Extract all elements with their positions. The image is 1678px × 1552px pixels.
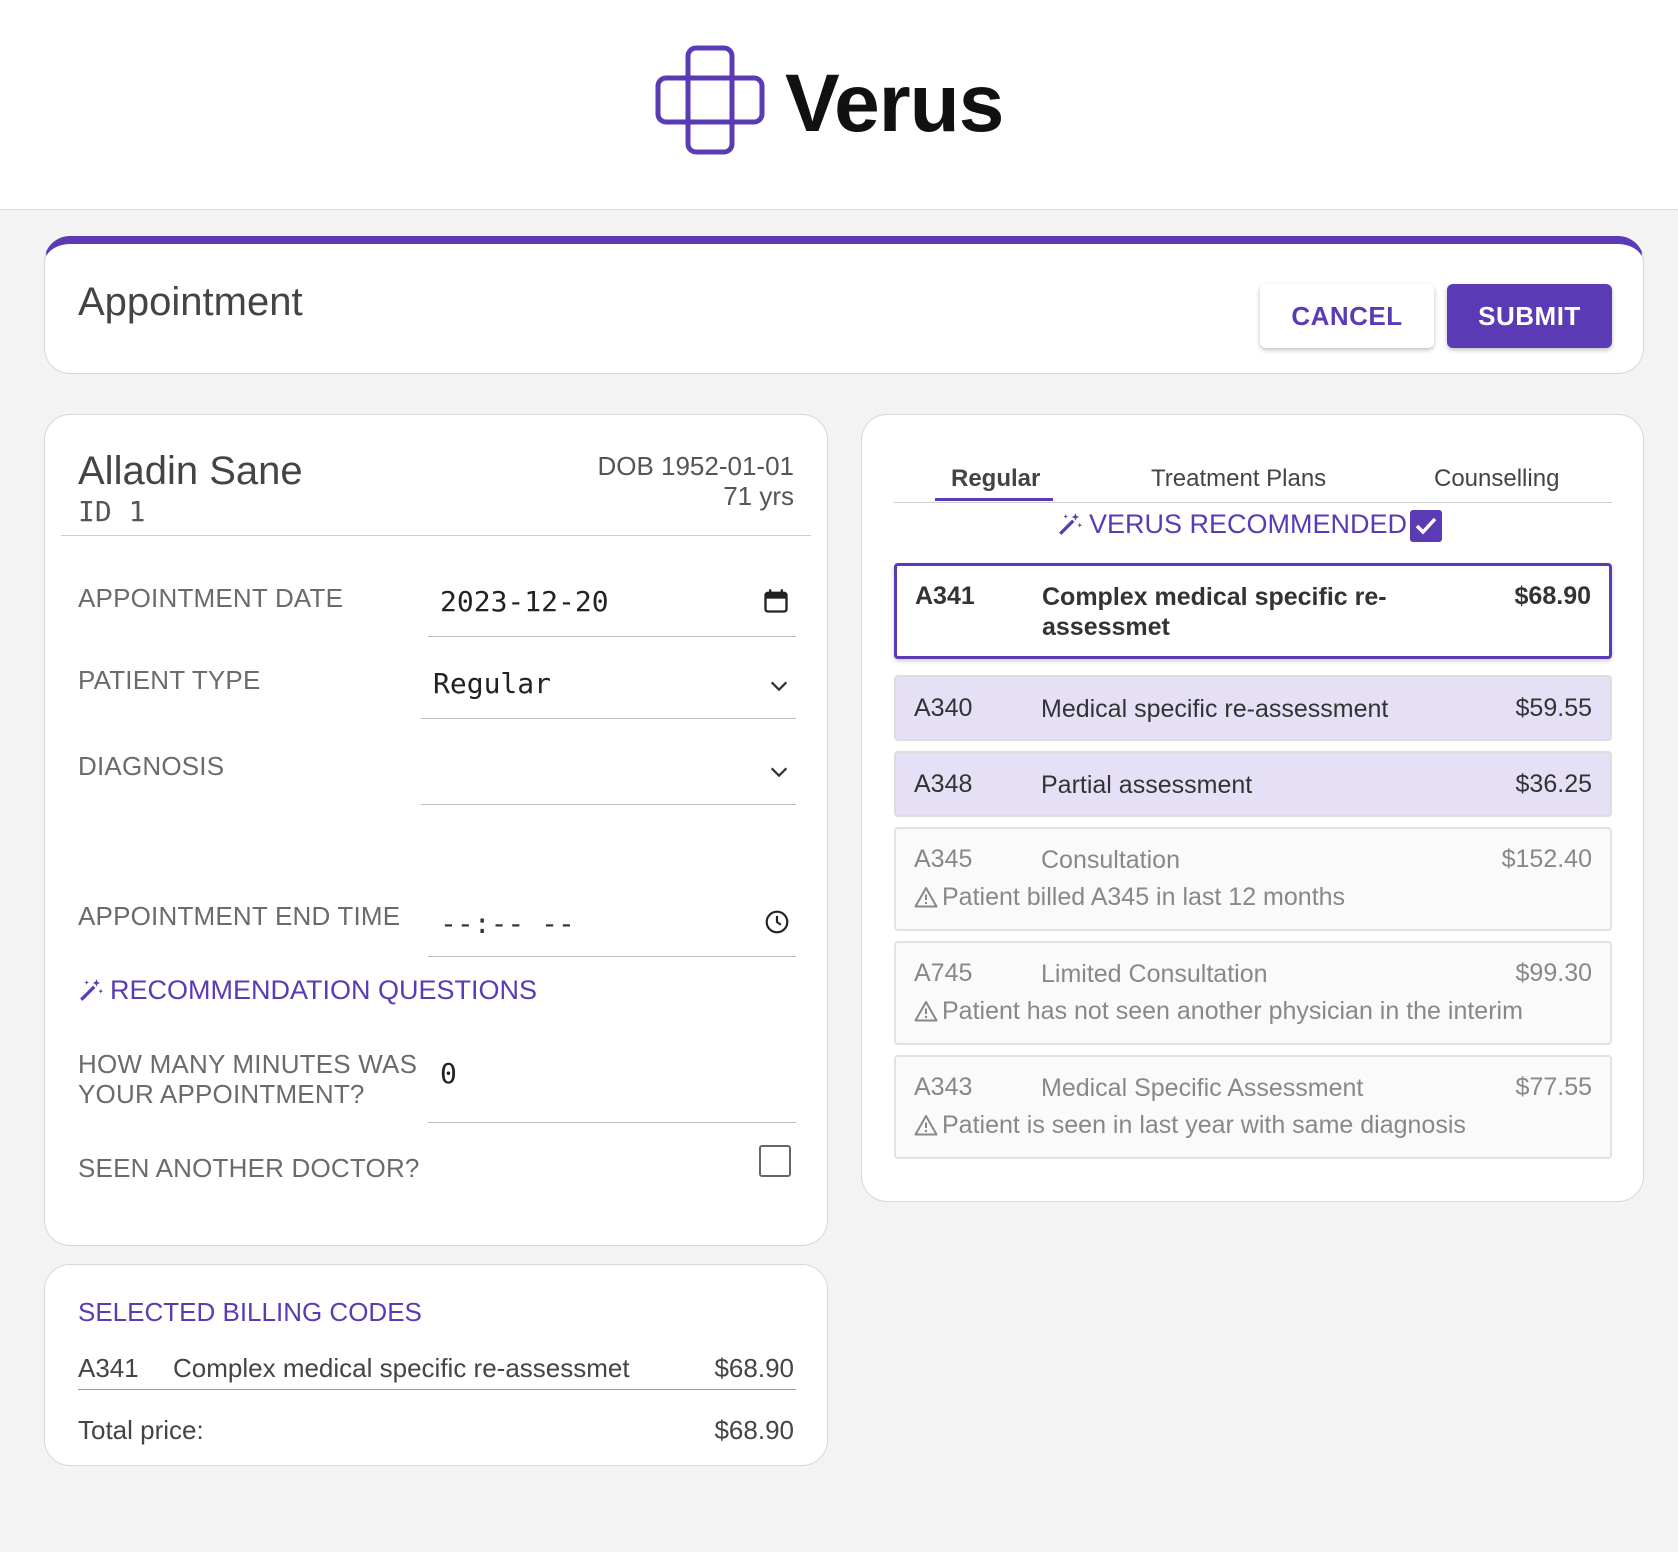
code-warning-text: Patient has not seen another physician i… <box>942 997 1523 1025</box>
code-price: $59.55 <box>1515 694 1592 722</box>
code-id: A341 <box>915 582 975 610</box>
brand-name: Verus <box>785 58 1004 149</box>
code-price: $68.90 <box>1514 582 1591 610</box>
patient-id: ID 1 <box>78 495 146 528</box>
code-id: A340 <box>914 694 973 722</box>
recommendation-questions-label: RECOMMENDATION QUESTIONS <box>110 975 538 1005</box>
verus-recommended-label: VERUS RECOMMENDED <box>1089 509 1408 539</box>
patient-age: 71 yrs <box>723 481 794 511</box>
code-description: Consultation <box>1041 846 1180 874</box>
verus-recommended-toggle-label: VERUS RECOMMENDED <box>1057 509 1407 540</box>
magic-wand-icon <box>80 979 104 1001</box>
app-header: Verus <box>0 0 1678 210</box>
minutes-label: HOW MANY MINUTES WAS YOUR APPOINTMENT? <box>78 1049 417 1109</box>
diagnosis-label: DIAGNOSIS <box>78 751 225 781</box>
recommendation-questions-heading: RECOMMENDATION QUESTIONS <box>78 975 537 1006</box>
appointment-header-card: Appointment CANCEL SUBMIT <box>44 236 1644 374</box>
code-price: $99.30 <box>1515 959 1592 987</box>
code-id: A345 <box>914 845 973 873</box>
checkmark-icon <box>1415 517 1437 535</box>
page-title: Appointment <box>78 280 303 324</box>
verus-recommended-checkbox[interactable] <box>1410 510 1442 542</box>
warning-triangle-icon <box>914 1001 938 1022</box>
patient-dob: DOB 1952-01-01 <box>597 451 794 481</box>
code-warning: Patient billed A345 in last 12 months <box>914 883 1345 912</box>
seen-another-doctor-checkbox[interactable] <box>759 1145 791 1177</box>
code-description: Partial assessment <box>1041 771 1253 799</box>
diagnosis-select[interactable] <box>421 737 796 805</box>
appointment-end-time-value: --:-- -- <box>440 907 575 940</box>
total-price-value: $68.90 <box>714 1415 794 1445</box>
patient-form-card: Alladin Sane ID 1 DOB 1952-01-01 71 yrs … <box>44 414 828 1246</box>
appointment-date-label: APPOINTMENT DATE <box>78 583 344 613</box>
seen-another-doctor-label: SEEN ANOTHER DOCTOR? <box>78 1153 420 1183</box>
chevron-down-icon <box>770 681 788 692</box>
code-price: $77.55 <box>1515 1073 1592 1101</box>
selected-billing-codes-card: SELECTED BILLING CODES A341 Complex medi… <box>44 1264 828 1466</box>
code-warning: Patient is seen in last year with same d… <box>914 1111 1466 1140</box>
billing-code-option-warning[interactable]: A343 Medical Specific Assessment $77.55 … <box>894 1055 1612 1159</box>
patient-type-label: PATIENT TYPE <box>78 665 261 695</box>
patient-type-select[interactable]: Regular <box>421 651 796 719</box>
minutes-value: 0 <box>440 1057 457 1090</box>
minutes-input[interactable]: 0 <box>428 1045 796 1123</box>
billing-item-price: $68.90 <box>714 1353 794 1383</box>
divider <box>61 535 811 536</box>
code-description: Medical Specific Assessment <box>1041 1074 1364 1102</box>
minutes-label-line2: YOUR APPOINTMENT? <box>78 1079 365 1109</box>
billing-code-option-warning[interactable]: A745 Limited Consultation $99.30 Patient… <box>894 941 1612 1045</box>
tab-counselling[interactable]: Counselling <box>1434 465 1559 493</box>
appointment-end-time-label: APPOINTMENT END TIME <box>78 901 401 931</box>
total-price-label: Total price: <box>78 1415 204 1445</box>
warning-triangle-icon <box>914 1115 938 1136</box>
code-description: Medical specific re-assessment <box>1041 695 1389 723</box>
patient-type-value: Regular <box>433 667 552 700</box>
chevron-down-icon <box>770 767 788 778</box>
code-description: Limited Consultation <box>1041 960 1268 988</box>
code-warning: Patient has not seen another physician i… <box>914 997 1523 1026</box>
calendar-icon[interactable] <box>762 587 790 615</box>
billing-code-option-selected[interactable]: A341 Complex medical specific re-assessm… <box>894 563 1612 659</box>
active-tab-indicator <box>935 498 1053 501</box>
code-description: Complex medical specific re-assessmet <box>1042 583 1387 641</box>
verus-logo-icon <box>655 45 765 155</box>
submit-button[interactable]: SUBMIT <box>1447 284 1612 348</box>
cancel-button[interactable]: CANCEL <box>1260 284 1434 348</box>
code-id: A343 <box>914 1073 973 1101</box>
billing-item-description: Complex medical specific re-assessmet <box>173 1353 630 1383</box>
warning-triangle-icon <box>914 887 938 908</box>
billing-code-options-card: Regular Treatment Plans Counselling VERU… <box>861 414 1644 1202</box>
clock-icon[interactable] <box>764 909 790 935</box>
appointment-end-time-input[interactable]: --:-- -- <box>428 889 796 957</box>
billing-code-option-recommended[interactable]: A348 Partial assessment $36.25 <box>894 751 1612 817</box>
minutes-label-line1: HOW MANY MINUTES WAS <box>78 1049 418 1079</box>
appointment-date-value: 2023-12-20 <box>440 585 609 618</box>
appointment-date-input[interactable]: 2023-12-20 <box>428 569 796 637</box>
code-id: A348 <box>914 770 973 798</box>
code-price: $152.40 <box>1501 845 1592 873</box>
patient-name: Alladin Sane <box>78 449 303 493</box>
code-price: $36.25 <box>1515 770 1592 798</box>
selected-billing-codes-title: SELECTED BILLING CODES <box>78 1297 422 1327</box>
code-warning-text: Patient is seen in last year with same d… <box>942 1111 1466 1139</box>
tab-treatment-plans[interactable]: Treatment Plans <box>1151 465 1326 493</box>
billing-code-option-recommended[interactable]: A340 Medical specific re-assessment $59.… <box>894 675 1612 741</box>
code-id: A745 <box>914 959 973 987</box>
magic-wand-icon <box>1059 513 1083 535</box>
tab-regular[interactable]: Regular <box>951 465 1040 493</box>
divider <box>78 1389 796 1390</box>
billing-code-option-warning[interactable]: A345 Consultation $152.40 Patient billed… <box>894 827 1612 931</box>
billing-item-code: A341 <box>78 1353 139 1383</box>
code-warning-text: Patient billed A345 in last 12 months <box>942 883 1346 911</box>
code-category-tabs: Regular Treatment Plans Counselling <box>894 451 1612 503</box>
